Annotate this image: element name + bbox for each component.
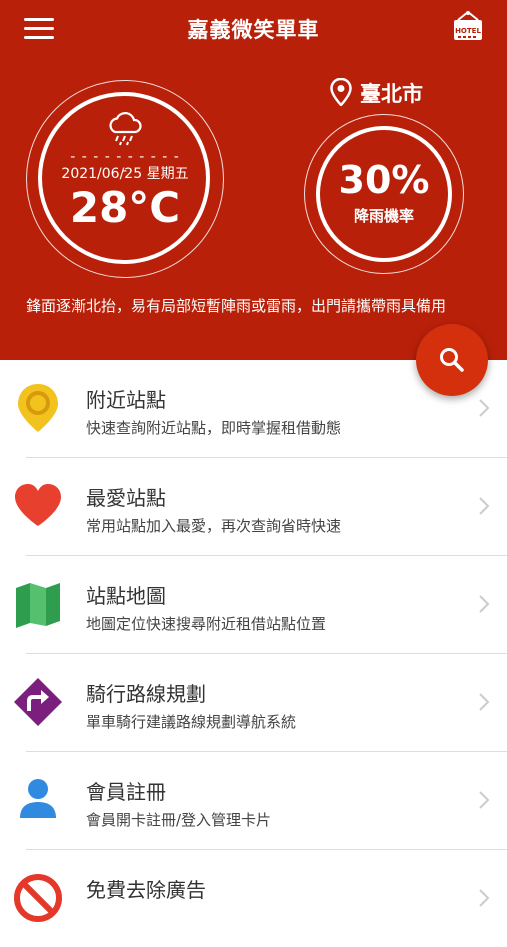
no-ads-icon [12, 872, 64, 924]
chevron-right-icon [479, 791, 490, 809]
chevron-right-icon [479, 693, 490, 711]
menu-item-label: 會員註冊 [86, 780, 166, 804]
menu-item-label: 最愛站點 [86, 486, 166, 510]
weather-date: 2021/06/25 星期五 [61, 166, 189, 182]
rain-cloud-icon [106, 112, 144, 146]
hotel-icon[interactable]: HOTEL [450, 10, 486, 44]
heart-icon [12, 480, 64, 532]
menu-item-favorite-stations[interactable]: 最愛站點 常用站點加入最愛，再次查詢省時快速 [0, 458, 507, 555]
chevron-right-icon [479, 497, 490, 515]
menu-item-label: 騎行路線規劃 [86, 682, 206, 706]
chevron-right-icon [479, 889, 490, 907]
menu-item-route-planning[interactable]: 騎行路線規劃 單車騎行建議路線規劃導航系統 [0, 654, 507, 751]
menu-item-label: 站點地圖 [86, 584, 166, 608]
menu-item-member-registration[interactable]: 會員註冊 會員開卡註冊/登入管理卡片 [0, 752, 507, 849]
user-icon [12, 774, 64, 826]
route-icon [12, 676, 64, 728]
chevron-right-icon [479, 595, 490, 613]
menu-item-remove-ads[interactable]: 免費去除廣告 [0, 850, 507, 947]
forecast-text: 鋒面逐漸北抬，易有局部短暫陣雨或雷雨，出門請攜帶雨具備用 [26, 297, 447, 315]
weather-header: 嘉義微笑單車 HOTEL - - - - - - - - - - - 2021/… [0, 0, 507, 360]
app-title: 嘉義微笑單車 [187, 18, 320, 42]
menu-item-label: 附近站點 [86, 388, 166, 412]
menu-item-nearby-stations[interactable]: 附近站點 快速查詢附近站點，即時掌握租借動態 [0, 360, 507, 457]
menu-item-desc: 快速查詢附近站點，即時掌握租借動態 [86, 419, 342, 437]
menu-item-desc: 地圖定位快速搜尋附近租借站點位置 [86, 615, 327, 633]
menu-item-desc: 會員開卡註冊/登入管理卡片 [86, 811, 272, 829]
menu-item-station-map[interactable]: 站點地圖 地圖定位快速搜尋附近租借站點位置 [0, 556, 507, 653]
chevron-right-icon [479, 399, 490, 417]
rain-label: 降雨機率 [353, 207, 414, 225]
menu-item-desc: 常用站點加入最愛，再次查詢省時快速 [86, 517, 342, 535]
menu-item-label: 免費去除廣告 [86, 878, 206, 902]
temperature: 28°C [69, 183, 181, 232]
menu-item-desc: 單車騎行建議路線規劃導航系統 [86, 713, 297, 731]
city-name[interactable]: 臺北市 [360, 78, 423, 108]
rain-percentage: 30% [338, 158, 430, 202]
location-pin-icon [12, 382, 64, 434]
svg-text:HOTEL: HOTEL [455, 27, 481, 35]
map-icon [12, 578, 64, 630]
location-pin-icon [330, 77, 352, 107]
